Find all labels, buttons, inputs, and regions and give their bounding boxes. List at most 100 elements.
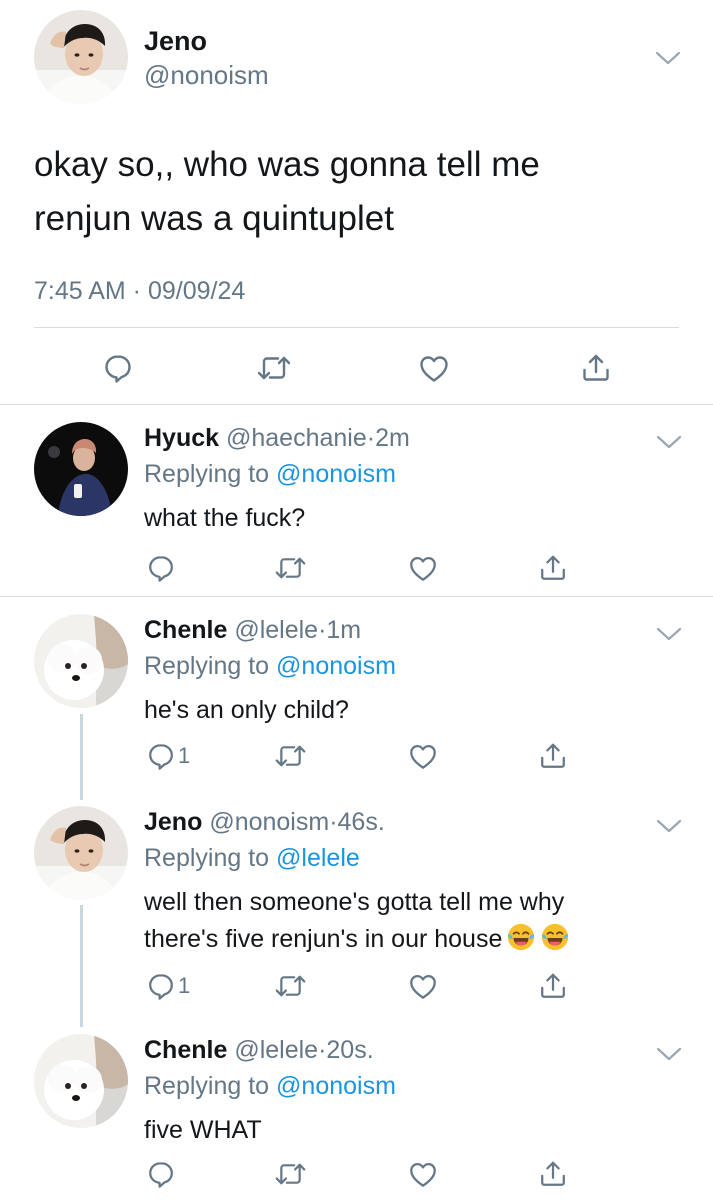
mention-link[interactable]: @lelele (276, 844, 360, 872)
reply-time: 20s. (326, 1036, 374, 1064)
reply-text: well then someone's gotta tell me why th… (144, 884, 704, 958)
replying-prefix: Replying to (144, 460, 277, 488)
reply-text: five WHAT (144, 1116, 262, 1144)
share-icon (580, 352, 612, 384)
chevron-down-icon[interactable] (654, 48, 682, 68)
like-button[interactable] (418, 348, 450, 388)
chevron-down-icon[interactable] (655, 624, 683, 644)
reply-header: Chenle @lelele·20s. (144, 1036, 374, 1065)
retweet-icon (256, 352, 292, 384)
reply-icon (146, 1159, 176, 1189)
author-handle[interactable]: @nonoism (144, 60, 269, 91)
replying-prefix: Replying to (144, 652, 277, 680)
reply-button[interactable] (102, 348, 134, 388)
like-icon (408, 741, 438, 771)
mention-link[interactable]: @nonoism (276, 1072, 396, 1100)
reply-header: Chenle @lelele·1m (144, 616, 361, 645)
separator-dot: · (366, 424, 376, 452)
reply-actions: 1 (0, 736, 713, 776)
reply-time: 1m (326, 616, 362, 644)
like-icon (408, 553, 438, 583)
reply-icon (146, 971, 176, 1001)
mention-link[interactable]: @nonoism (276, 652, 396, 680)
reply-icon (102, 352, 134, 384)
avatar[interactable] (34, 1034, 128, 1128)
retweet-icon (274, 971, 307, 1001)
replying-to: Replying to @nonoism (144, 460, 396, 489)
face-with-tears-of-joy-icon (506, 922, 536, 952)
author-name[interactable]: Jeno (144, 26, 207, 57)
reply-actions (0, 1154, 713, 1194)
retweet-button[interactable] (256, 348, 292, 388)
author-name[interactable]: Hyuck (144, 424, 219, 452)
separator-dot: · (329, 808, 338, 836)
reply-header: Jeno @nonoism·46s. (144, 808, 385, 837)
author-handle[interactable]: @lelele (234, 616, 318, 644)
author-handle[interactable]: @nonoism (209, 808, 329, 836)
replying-to: Replying to @nonoism (144, 1072, 396, 1101)
share-icon (538, 971, 568, 1001)
retweet-icon (274, 553, 307, 583)
avatar[interactable] (34, 10, 128, 104)
author-name[interactable]: Chenle (144, 616, 227, 644)
tweet-timestamp: 7:45 AM · 09/09/24 (34, 277, 246, 305)
author-name[interactable]: Chenle (144, 1036, 227, 1064)
avatar[interactable] (34, 806, 128, 900)
replying-to: Replying to @lelele (144, 844, 360, 873)
avatar[interactable] (34, 422, 128, 516)
retweet-icon (274, 741, 307, 771)
tweet-actions (0, 348, 713, 388)
reply-tweet[interactable]: Chenle @lelele·20s. Replying to @nonoism… (0, 1016, 713, 1200)
share-button[interactable] (538, 1154, 568, 1194)
reply-icon (146, 741, 176, 771)
reply-time: 2m (375, 424, 410, 452)
reply-tweet[interactable]: Hyuck @haechanie·2m Replying to @nonoism… (0, 404, 713, 596)
reply-text-line: there's five renjun's in our house (144, 921, 704, 958)
like-icon (408, 1159, 438, 1189)
like-button[interactable] (408, 736, 438, 776)
reply-button[interactable] (146, 1154, 176, 1194)
reply-text-line-content: there's five renjun's in our house (144, 925, 503, 953)
like-button[interactable] (408, 1154, 438, 1194)
divider (34, 327, 679, 328)
share-button[interactable] (580, 348, 612, 388)
reply-button[interactable]: 1 (146, 736, 190, 776)
retweet-button[interactable] (274, 1154, 307, 1194)
chevron-down-icon[interactable] (655, 432, 683, 452)
reply-actions: 1 (0, 966, 713, 1006)
like-icon (408, 971, 438, 1001)
reply-text: he's an only child? (144, 696, 349, 724)
reply-text-line: well then someone's gotta tell me why (144, 888, 565, 916)
author-handle[interactable]: @haechanie (226, 424, 367, 452)
like-icon (418, 352, 450, 384)
reply-tweet[interactable]: Jeno @nonoism·46s. Replying to @lelele w… (0, 788, 713, 1018)
reply-tweet[interactable]: Chenle @lelele·1m Replying to @nonoism h… (0, 596, 713, 788)
tweet-text-line: renjun was a quintuplet (34, 199, 394, 238)
share-button[interactable] (538, 736, 568, 776)
reply-button[interactable]: 1 (146, 966, 190, 1006)
replying-to: Replying to @nonoism (144, 652, 396, 681)
replying-prefix: Replying to (144, 1072, 277, 1100)
chevron-down-icon[interactable] (655, 816, 683, 836)
main-tweet: Jeno @nonoism okay so,, who was gonna te… (0, 0, 713, 404)
avatar[interactable] (34, 614, 128, 708)
author-name[interactable]: Jeno (144, 808, 202, 836)
like-button[interactable] (408, 548, 438, 588)
retweet-icon (274, 1159, 307, 1189)
tweet-text: okay so,, who was gonna tell me renjun w… (34, 138, 674, 246)
retweet-button[interactable] (274, 548, 307, 588)
like-button[interactable] (408, 966, 438, 1006)
share-button[interactable] (538, 548, 568, 588)
mention-link[interactable]: @nonoism (276, 460, 396, 488)
reply-count: 1 (178, 973, 191, 998)
reply-header: Hyuck @haechanie·2m (144, 424, 410, 453)
reply-button[interactable] (146, 548, 176, 588)
retweet-button[interactable] (274, 736, 307, 776)
author-handle[interactable]: @lelele (234, 1036, 318, 1064)
chevron-down-icon[interactable] (655, 1044, 683, 1064)
reply-count: 1 (178, 743, 191, 768)
share-icon (538, 553, 568, 583)
share-button[interactable] (538, 966, 568, 1006)
retweet-button[interactable] (274, 966, 307, 1006)
replying-prefix: Replying to (144, 844, 277, 872)
